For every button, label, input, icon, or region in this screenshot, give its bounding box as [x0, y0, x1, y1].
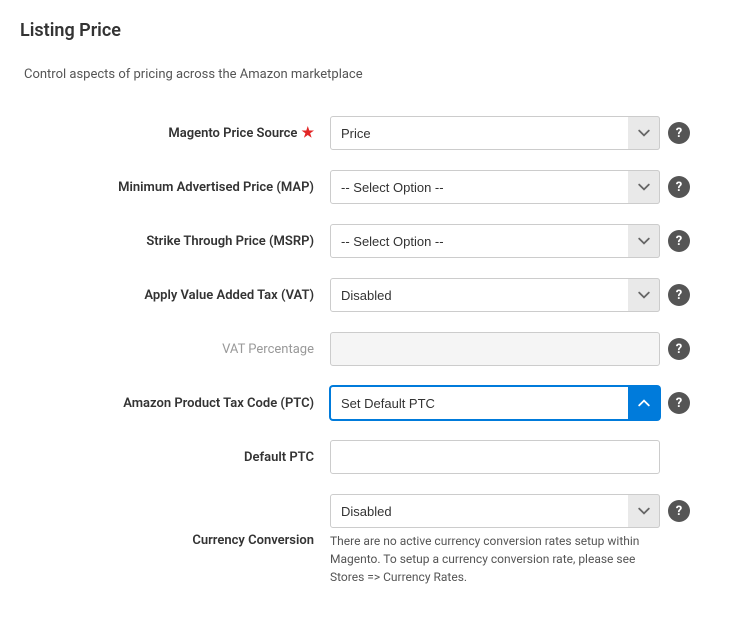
currency-conversion-controls: Disabled Enabled ?	[330, 494, 690, 528]
magento-price-source-select-wrapper: Price	[330, 116, 660, 150]
page-description: Control aspects of pricing across the Am…	[20, 67, 730, 82]
magento-price-source-row: Magento Price Source ★ Price ?	[20, 106, 730, 160]
default-ptc-field	[330, 440, 730, 474]
vat-percentage-label: VAT Percentage	[20, 342, 330, 357]
default-ptc-input[interactable]	[330, 440, 660, 474]
currency-conversion-help[interactable]: ?	[668, 500, 690, 522]
currency-conversion-note: There are no active currency conversion …	[330, 532, 660, 586]
currency-conversion-label: Currency Conversion	[20, 533, 330, 548]
default-ptc-row: Default PTC	[20, 430, 730, 484]
msrp-row: Strike Through Price (MSRP) -- Select Op…	[20, 214, 730, 268]
map-row: Minimum Advertised Price (MAP) -- Select…	[20, 160, 730, 214]
ptc-row: Amazon Product Tax Code (PTC) Set Defaul…	[20, 376, 730, 430]
magento-price-source-field: Price ?	[330, 116, 730, 150]
msrp-select-wrapper: -- Select Option --	[330, 224, 660, 258]
vat-percentage-help[interactable]: ?	[668, 338, 690, 360]
vat-field: Disabled Enabled ?	[330, 278, 730, 312]
vat-percentage-input[interactable]	[330, 332, 660, 366]
currency-conversion-field: Disabled Enabled ? There are no active c…	[330, 494, 730, 586]
magento-price-source-label: Magento Price Source ★	[20, 125, 330, 141]
ptc-select[interactable]: Set Default PTC	[330, 386, 660, 420]
map-help[interactable]: ?	[668, 176, 690, 198]
ptc-field: Set Default PTC ?	[330, 386, 730, 420]
ptc-label: Amazon Product Tax Code (PTC)	[20, 396, 330, 411]
currency-conversion-row: Currency Conversion Disabled Enabled ?	[20, 484, 730, 596]
page-container: Listing Price Control aspects of pricing…	[0, 0, 750, 626]
magento-price-source-select[interactable]: Price	[330, 116, 660, 150]
msrp-label: Strike Through Price (MSRP)	[20, 234, 330, 249]
map-field: -- Select Option -- ?	[330, 170, 730, 204]
currency-conversion-stack: Disabled Enabled ? There are no active c…	[330, 494, 690, 586]
vat-label: Apply Value Added Tax (VAT)	[20, 288, 330, 303]
vat-help[interactable]: ?	[668, 284, 690, 306]
map-select-wrapper: -- Select Option --	[330, 170, 660, 204]
ptc-select-wrapper: Set Default PTC	[330, 386, 660, 420]
ptc-help[interactable]: ?	[668, 392, 690, 414]
vat-select[interactable]: Disabled Enabled	[330, 278, 660, 312]
currency-conversion-select-wrapper: Disabled Enabled	[330, 494, 660, 528]
vat-percentage-field: ?	[330, 332, 730, 366]
msrp-select[interactable]: -- Select Option --	[330, 224, 660, 258]
vat-percentage-row: VAT Percentage ?	[20, 322, 730, 376]
magento-price-source-help[interactable]: ?	[668, 122, 690, 144]
vat-row: Apply Value Added Tax (VAT) Disabled Ena…	[20, 268, 730, 322]
currency-conversion-select[interactable]: Disabled Enabled	[330, 494, 660, 528]
map-label: Minimum Advertised Price (MAP)	[20, 180, 330, 195]
msrp-field: -- Select Option -- ?	[330, 224, 730, 258]
map-select[interactable]: -- Select Option --	[330, 170, 660, 204]
vat-select-wrapper: Disabled Enabled	[330, 278, 660, 312]
default-ptc-label: Default PTC	[20, 450, 330, 465]
page-title: Listing Price	[20, 20, 730, 51]
msrp-help[interactable]: ?	[668, 230, 690, 252]
required-star: ★	[301, 125, 314, 141]
